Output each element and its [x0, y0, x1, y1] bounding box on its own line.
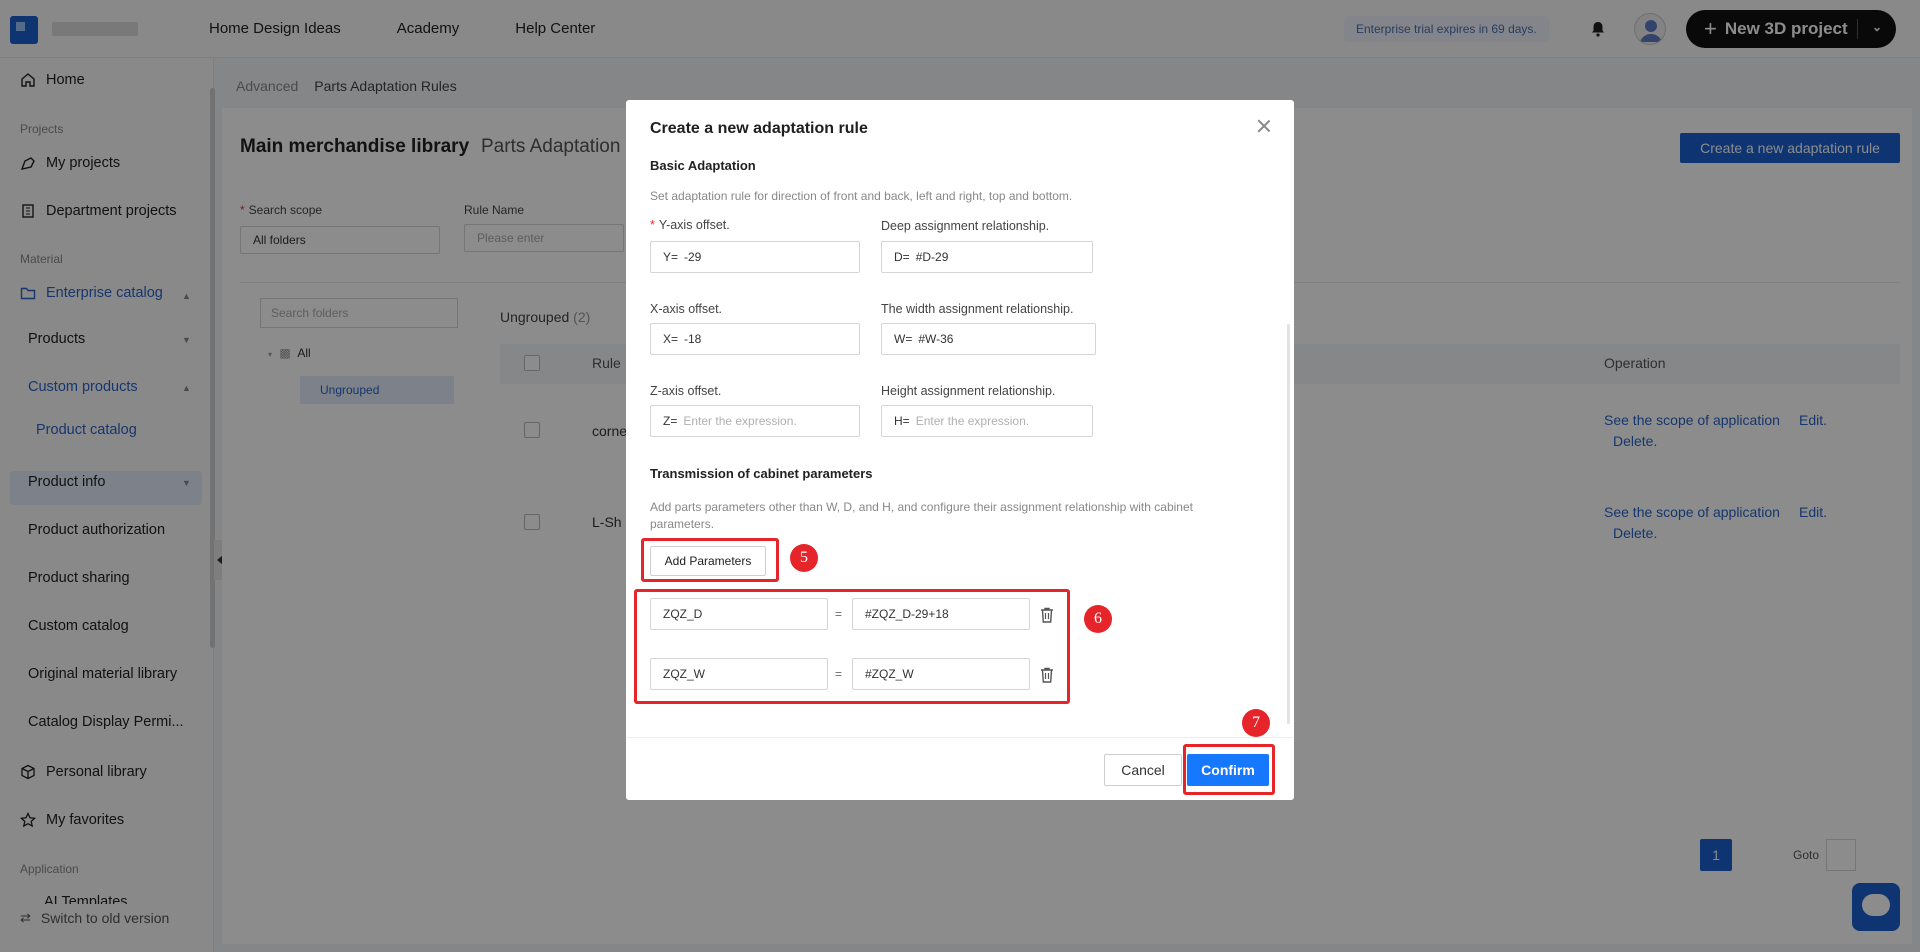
dialog-title: Create a new adaptation rule	[650, 120, 868, 137]
x-prefix: X=	[663, 332, 679, 346]
basic-adaptation-desc: Set adaptation rule for direction of fro…	[650, 189, 1073, 203]
callout-badge-6: 6	[1084, 605, 1112, 633]
z-prefix: Z=	[663, 414, 678, 428]
highlight-confirm-button	[1183, 744, 1275, 795]
close-icon[interactable]	[1256, 118, 1272, 134]
transmission-title: Transmission of cabinet parameters	[650, 466, 873, 481]
y-offset-label: * Y-axis offset.	[650, 218, 730, 232]
y-value: -29	[684, 250, 702, 264]
d-value: #D-29	[915, 250, 949, 264]
width-relation-input[interactable]: W= #W-36	[881, 323, 1096, 355]
height-relation-label: Height assignment relationship.	[881, 384, 1056, 398]
h-prefix: H=	[894, 414, 910, 428]
basic-adaptation-title: Basic Adaptation	[650, 158, 756, 173]
d-prefix: D=	[894, 250, 910, 264]
y-offset-label-text: Y-axis offset.	[658, 218, 730, 232]
w-prefix: W=	[894, 332, 913, 346]
transmission-desc: Add parts parameters other than W, D, an…	[650, 500, 1193, 531]
cancel-button[interactable]: Cancel	[1104, 754, 1182, 786]
x-value: -18	[684, 332, 702, 346]
h-placeholder: Enter the expression.	[915, 414, 1030, 428]
w-value: #W-36	[918, 332, 954, 346]
dialog-scrollbar[interactable]	[1287, 324, 1290, 724]
depth-relation-input[interactable]: D= #D-29	[881, 241, 1093, 273]
z-offset-input[interactable]: Z= Enter the expression.	[650, 405, 860, 437]
depth-relation-label: Deep assignment relationship.	[881, 219, 1050, 233]
z-offset-label: Z-axis offset.	[650, 384, 722, 398]
highlight-add-parameters	[641, 538, 779, 582]
x-offset-input[interactable]: X= -18	[650, 323, 860, 355]
y-offset-input[interactable]: Y= -29	[650, 241, 860, 273]
height-relation-input[interactable]: H= Enter the expression.	[881, 405, 1093, 437]
callout-badge-7: 7	[1242, 709, 1270, 737]
callout-badge-5: 5	[790, 544, 818, 572]
dialog-footer-divider	[626, 737, 1294, 738]
highlight-parameter-rows	[634, 589, 1070, 704]
y-prefix: Y=	[663, 250, 679, 264]
z-placeholder: Enter the expression.	[683, 414, 797, 428]
x-offset-label: X-axis offset.	[650, 302, 723, 316]
width-relation-label: The width assignment relationship.	[881, 302, 1074, 316]
required-mark: *	[650, 218, 655, 232]
